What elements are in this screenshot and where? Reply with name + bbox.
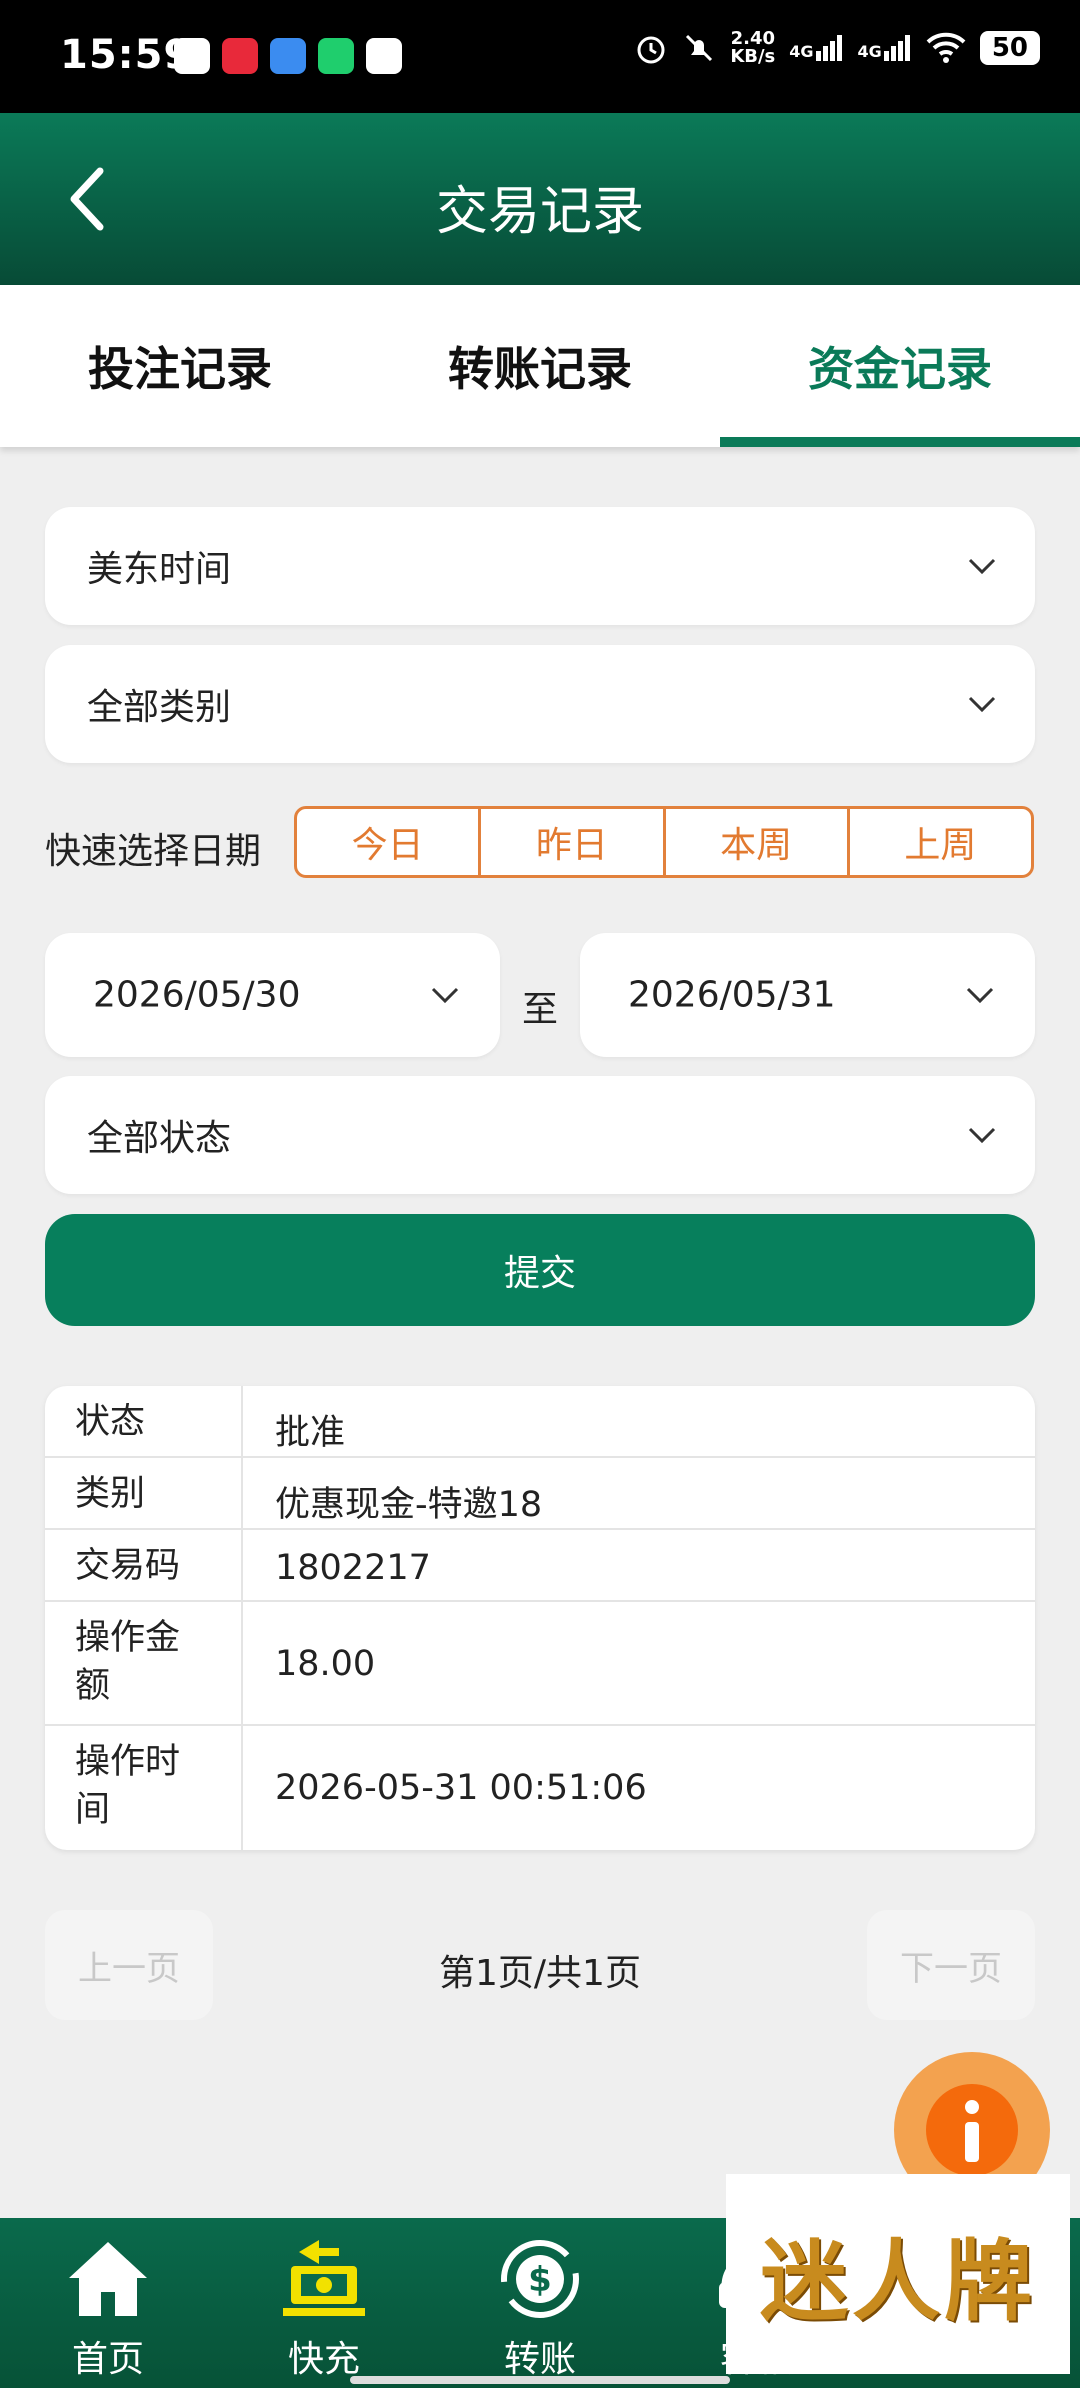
table-row: 类别 优惠现金-特邀18	[45, 1458, 1035, 1530]
row-value: 18.00	[275, 1644, 376, 1684]
row-value: 批准	[275, 1413, 346, 1453]
transfer-icon: $	[501, 2240, 579, 2318]
home-indicator	[350, 2376, 730, 2384]
row-value: 优惠现金-特邀18	[275, 1485, 543, 1525]
watermark-logo: 迷人牌	[759, 2228, 1036, 2333]
row-key: 操作金额	[75, 1618, 181, 1706]
category-value: 全部类别	[87, 687, 232, 728]
chevron-down-icon	[968, 696, 996, 713]
network-speed: 2.40 KB/s	[730, 28, 776, 67]
chevron-down-icon	[966, 987, 994, 1004]
quick-date-label: 快速选择日期	[45, 831, 262, 872]
timezone-select[interactable]: 美东时间	[45, 507, 1035, 625]
date-range-separator: 至	[521, 989, 558, 1030]
home-icon	[69, 2242, 147, 2316]
info-icon	[926, 2084, 1018, 2176]
pay-app-icon	[366, 38, 402, 74]
app-icon	[270, 38, 306, 74]
page-indicator: 第1页/共1页	[439, 1953, 641, 1994]
chevron-down-icon	[968, 1127, 996, 1144]
xiaohongshu-app-icon	[222, 38, 258, 74]
status-select[interactable]: 全部状态	[45, 1076, 1035, 1194]
table-row: 状态 批准	[45, 1386, 1035, 1458]
column-divider	[241, 1386, 243, 1850]
row-key: 类别	[75, 1474, 146, 1514]
clock-app-icon	[174, 38, 210, 74]
battery-indicator: 50	[979, 31, 1040, 65]
start-date-select[interactable]: 2026/05/30	[45, 933, 500, 1057]
status-bar: 15:59 2.40 KB/s 4G 4G 50	[0, 0, 1080, 113]
end-date-select[interactable]: 2026/05/31	[580, 933, 1035, 1057]
table-row: 交易码 1802217	[45, 1530, 1035, 1602]
fund-record-table: 状态 批准 类别 优惠现金-特邀18 交易码 1802217 操作金额 18.0…	[45, 1386, 1035, 1850]
quick-date-group: 今日 昨日 本周 上周	[294, 806, 1034, 878]
row-value: 2026-05-31 00:51:06	[275, 1768, 647, 1808]
status-time: 15:59	[60, 32, 193, 78]
signal-bars-icon	[815, 35, 842, 61]
status-icons: 2.40 KB/s 4G 4G 50	[634, 30, 1040, 66]
svg-text:$: $	[528, 2260, 552, 2300]
table-row: 操作金额 18.00	[45, 1602, 1035, 1726]
row-key: 操作时间	[75, 1742, 181, 1830]
app-header: 交易记录	[0, 113, 1080, 285]
status-value: 全部状态	[87, 1118, 232, 1159]
active-tab-indicator	[720, 437, 1080, 447]
start-date-value: 2026/05/30	[93, 974, 301, 1016]
wifi-icon	[926, 32, 966, 63]
submit-button[interactable]: 提交	[45, 1214, 1035, 1326]
quick-date-this-week[interactable]: 本周	[666, 809, 850, 875]
nav-quick-charge[interactable]: 快充	[216, 2218, 432, 2388]
prev-page-button[interactable]: 上一页	[45, 1910, 213, 2020]
row-key: 交易码	[75, 1546, 181, 1586]
tab-fund-records[interactable]: 资金记录	[720, 285, 1080, 447]
signal-bars-icon	[883, 35, 910, 61]
signal-2: 4G	[858, 35, 912, 61]
nav-transfer[interactable]: $ 转账	[432, 2218, 648, 2388]
quick-date-last-week[interactable]: 上周	[850, 809, 1031, 875]
row-key: 状态	[75, 1402, 146, 1442]
quick-date-yesterday[interactable]: 昨日	[481, 809, 666, 875]
quick-date-today[interactable]: 今日	[297, 809, 482, 875]
alarm-icon	[637, 36, 665, 64]
brand-watermark: 迷人牌	[726, 2174, 1070, 2374]
category-select[interactable]: 全部类别	[45, 645, 1035, 763]
record-tabs: 投注记录 转账记录 资金记录	[0, 285, 1080, 447]
timezone-value: 美东时间	[87, 549, 232, 590]
table-row: 操作时间 2026-05-31 00:51:06	[45, 1726, 1035, 1850]
signal-1: 4G	[789, 35, 843, 61]
chevron-down-icon	[431, 987, 459, 1004]
tab-transfer-records[interactable]: 转账记录	[360, 285, 720, 447]
nav-home[interactable]: 首页	[0, 2218, 216, 2388]
row-value: 1802217	[275, 1548, 431, 1588]
tab-bet-records[interactable]: 投注记录	[0, 285, 360, 447]
page-title: 交易记录	[435, 182, 644, 242]
next-page-button[interactable]: 下一页	[867, 1910, 1035, 2020]
chevron-down-icon	[968, 558, 996, 575]
mute-bell-icon	[686, 34, 713, 62]
quick-charge-icon	[283, 2240, 365, 2316]
end-date-value: 2026/05/31	[628, 974, 836, 1016]
video-app-icon	[318, 38, 354, 74]
